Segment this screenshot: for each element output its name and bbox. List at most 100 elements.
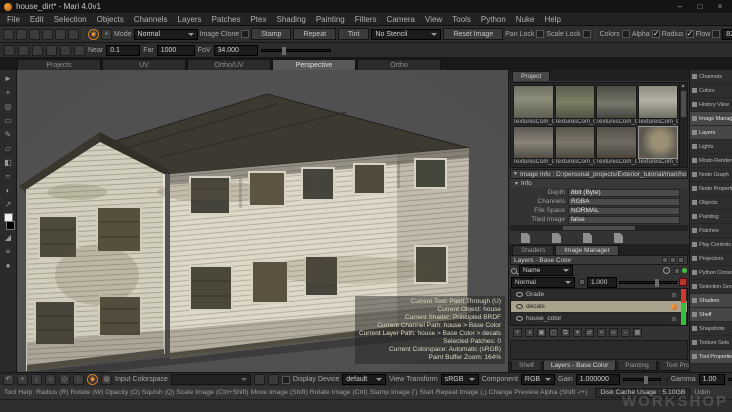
menu-item[interactable]: Edit bbox=[25, 15, 49, 24]
tint-button[interactable]: Tint bbox=[338, 28, 370, 40]
info-horizontal-scrollbar[interactable] bbox=[510, 225, 688, 231]
image-clone-checkbox[interactable] bbox=[241, 30, 250, 38]
palette-item-node-properties[interactable]: Node Properties bbox=[690, 182, 732, 196]
layers-option-icon-3[interactable] bbox=[678, 257, 684, 263]
palette-item-history-view[interactable]: History View bbox=[690, 98, 732, 112]
paint-tool-icon[interactable]: ✎ bbox=[2, 129, 14, 141]
eyedropper-tool-icon[interactable]: ◢ bbox=[2, 232, 14, 244]
menu-item[interactable]: Help bbox=[539, 15, 565, 24]
input-colorspace-dropdown[interactable] bbox=[170, 374, 251, 385]
menu-item[interactable]: Selection bbox=[49, 15, 92, 24]
move-icon[interactable]: + bbox=[17, 374, 28, 385]
display-device-dropdown[interactable]: default bbox=[342, 374, 387, 385]
menu-item[interactable]: Ptex bbox=[245, 15, 271, 24]
pinup-tool-icon[interactable]: ● bbox=[2, 260, 14, 272]
menu-item[interactable]: Channels bbox=[129, 15, 173, 24]
colorspace-globe-icon[interactable]: ◍ bbox=[101, 374, 112, 385]
bottom-palette-tab[interactable]: Layers - Base Color bbox=[542, 361, 617, 371]
reset-image-button[interactable]: Reset Image bbox=[443, 28, 504, 40]
radius-field[interactable]: 82 bbox=[722, 28, 732, 40]
palette-item-tool-properties[interactable]: Tool Properties bbox=[690, 350, 732, 364]
info-field-value[interactable]: RGBA bbox=[568, 197, 680, 206]
delete-image-icon[interactable] bbox=[614, 233, 623, 243]
transfer-layer-icon[interactable]: ⇄ bbox=[585, 328, 594, 337]
layer-row-house_color[interactable]: house_color bbox=[511, 313, 687, 325]
duplicate-layer-icon[interactable]: ⧉ bbox=[561, 328, 570, 337]
menu-item[interactable]: Camera bbox=[382, 15, 420, 24]
view-tab[interactable]: Ortho/UV bbox=[187, 59, 271, 70]
palette-item-selection-groups[interactable]: Selection Groups bbox=[690, 280, 732, 294]
component-dropdown[interactable]: RGB bbox=[520, 374, 555, 385]
blur-tool-icon[interactable]: ≈ bbox=[2, 171, 14, 183]
flatten-icon[interactable]: = bbox=[597, 328, 606, 337]
background-color-swatch[interactable] bbox=[5, 221, 15, 230]
layer-opacity-slider[interactable] bbox=[619, 278, 677, 287]
layers-option-icon-1[interactable] bbox=[662, 257, 668, 263]
gamma-slider[interactable] bbox=[727, 378, 732, 381]
palette-item-python-console[interactable]: Python Console bbox=[690, 266, 732, 280]
palette-item-shaders[interactable]: Shaders bbox=[690, 294, 732, 308]
palette-item-projectors[interactable]: Projectors bbox=[690, 252, 732, 266]
bottom-palette-tab[interactable]: Painting bbox=[617, 361, 657, 371]
radius-checkbox[interactable] bbox=[685, 29, 694, 38]
menu-item[interactable]: Nuke bbox=[511, 15, 540, 24]
display-checkbox[interactable] bbox=[281, 375, 290, 384]
cache-warning-icon[interactable] bbox=[679, 278, 687, 286]
mirror-icon[interactable] bbox=[4, 44, 15, 56]
marquee-tool-icon[interactable]: ▭ bbox=[2, 115, 14, 127]
remove-layer-icon[interactable]: – bbox=[621, 328, 630, 337]
palette-item-play-controls[interactable]: Play Controls bbox=[690, 238, 732, 252]
palette-item-shelf[interactable]: Shelf bbox=[690, 308, 732, 322]
repeat-button[interactable]: Repeat bbox=[293, 28, 337, 40]
layers-panel-tab[interactable]: Shaders bbox=[512, 245, 555, 255]
palette-item-image-manager[interactable]: Image Manager bbox=[690, 112, 732, 126]
channels-grid-icon[interactable]: ▦ bbox=[633, 328, 642, 337]
layers-panel-tab[interactable]: Image Manager bbox=[555, 245, 619, 255]
image-info-header[interactable]: ▼ Image Info : D:/personal_projects/Exte… bbox=[510, 169, 688, 179]
clone-tool-icon[interactable]: ◧ bbox=[2, 157, 14, 169]
info-field-value[interactable]: false bbox=[568, 215, 680, 224]
info-field-value[interactable]: 8bit (Byte) bbox=[568, 188, 680, 197]
minimize-button[interactable]: – bbox=[672, 1, 688, 12]
import-icon[interactable] bbox=[42, 28, 53, 40]
gain-reset-icon[interactable] bbox=[665, 376, 668, 383]
open-image-icon[interactable] bbox=[521, 233, 530, 243]
tab-project[interactable]: Project bbox=[512, 71, 551, 81]
brush-preview-icon[interactable]: ◉ bbox=[87, 374, 98, 385]
save-project-icon[interactable] bbox=[29, 28, 40, 40]
texture-thumbnail[interactable]: TexturesCom_C bbox=[596, 85, 637, 125]
scale-lock-checkbox[interactable] bbox=[582, 30, 591, 38]
menu-item[interactable]: Filters bbox=[350, 15, 382, 24]
blend-lock-icon[interactable] bbox=[579, 279, 585, 285]
fov-slider[interactable] bbox=[260, 46, 331, 55]
history-icon[interactable] bbox=[663, 267, 670, 274]
close-button[interactable]: × bbox=[712, 1, 728, 12]
diamond-icon[interactable]: ◇ bbox=[59, 374, 70, 385]
menu-item[interactable]: Patches bbox=[207, 15, 246, 24]
add-mask-icon[interactable]: ◻ bbox=[549, 328, 558, 337]
menu-item[interactable]: Shading bbox=[271, 15, 310, 24]
vector-tool-icon[interactable]: ↗ bbox=[2, 199, 14, 211]
cache-icon[interactable] bbox=[674, 267, 680, 274]
viewport-canvas[interactable]: Current Tool: Paint Through (U) Current O… bbox=[17, 70, 508, 372]
palette-item-colors[interactable]: Colors bbox=[690, 84, 732, 98]
texture-thumbnail[interactable]: TexturesCom_C bbox=[554, 85, 595, 125]
palette-item-channels[interactable]: Channels bbox=[690, 70, 732, 84]
menu-item[interactable]: View bbox=[420, 15, 447, 24]
save-image-icon[interactable] bbox=[552, 233, 561, 243]
add-adjustment-icon[interactable]: ◑ bbox=[525, 328, 534, 337]
mail-image-icon[interactable] bbox=[583, 233, 592, 243]
zoom-tool-icon[interactable]: ◎ bbox=[2, 101, 14, 113]
color-picker-icon[interactable] bbox=[253, 374, 265, 385]
fov-field[interactable]: 34.000 bbox=[213, 44, 258, 56]
texture-thumbnail[interactable]: TexturesCom_C bbox=[637, 125, 678, 165]
bottom-palette-tab[interactable]: Shelf bbox=[511, 361, 542, 371]
layer-row-Grade[interactable]: Grade bbox=[511, 289, 687, 301]
near-field[interactable]: 0.1 bbox=[106, 44, 141, 56]
menu-item[interactable]: Python bbox=[476, 15, 511, 24]
visibility-eye-icon[interactable] bbox=[516, 316, 523, 321]
menu-item[interactable]: Tools bbox=[447, 15, 476, 24]
blend-mode-dropdown[interactable]: Normal bbox=[511, 276, 575, 288]
circle-select-icon[interactable]: ○ bbox=[45, 374, 56, 385]
texture-thumbnail[interactable]: TexturesCom_C bbox=[513, 85, 554, 125]
